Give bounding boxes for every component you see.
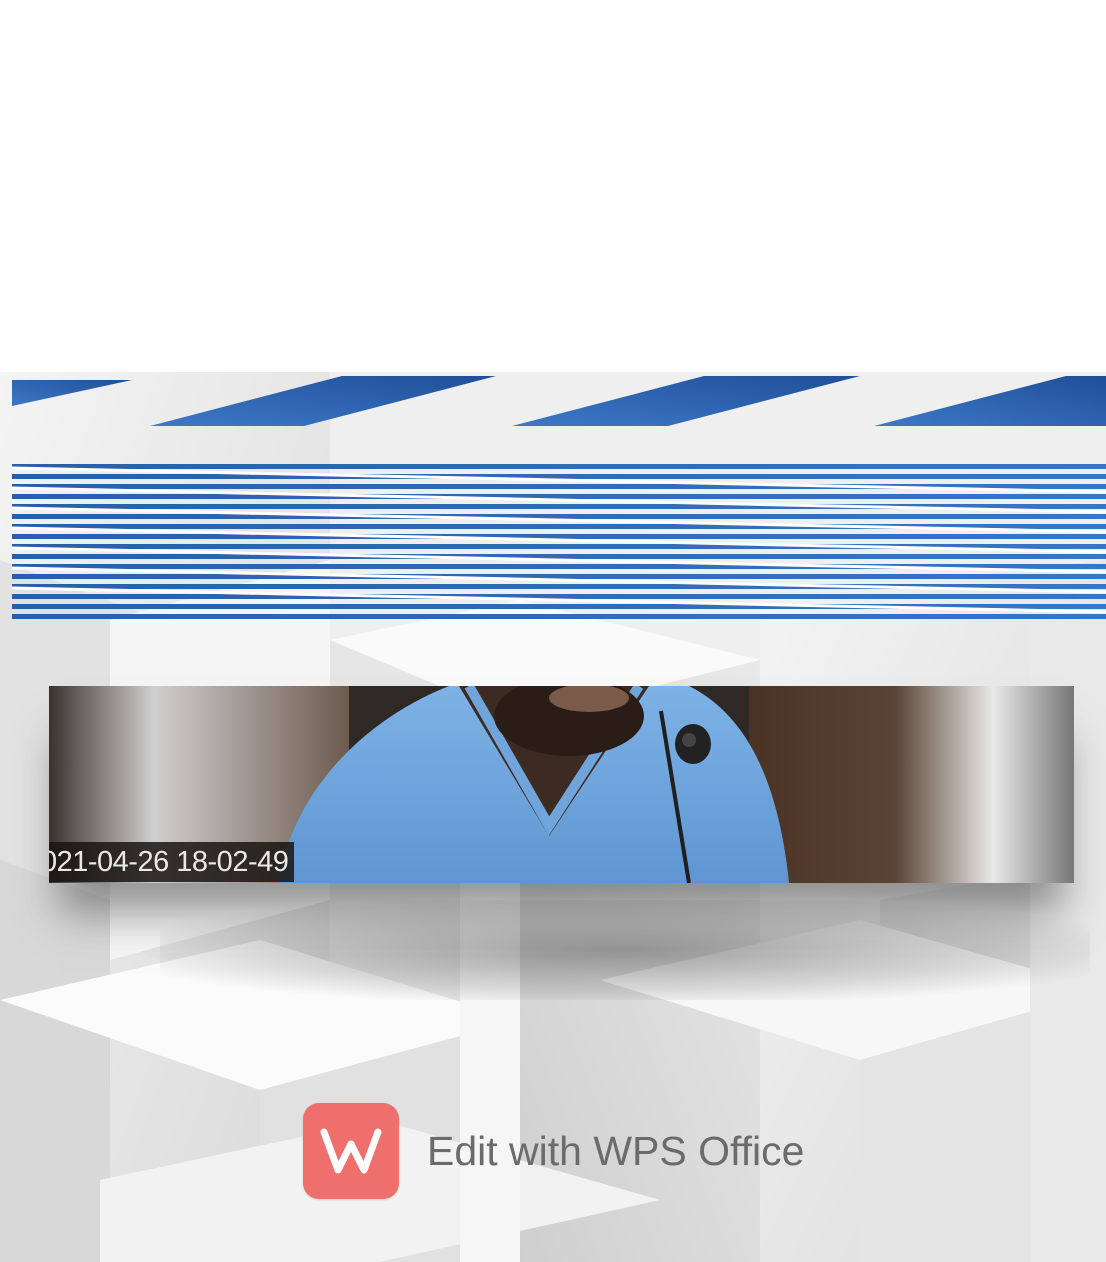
wps-office-logo-icon bbox=[303, 1103, 399, 1199]
wps-office-label: Edit with WPS Office bbox=[427, 1127, 805, 1174]
video-drop-shadow bbox=[160, 900, 1090, 1000]
top-blank-area bbox=[0, 0, 1106, 372]
wps-office-watermark[interactable]: Edit with WPS Office bbox=[303, 1103, 804, 1199]
video-timestamp: 021-04-26 18-02-49 bbox=[49, 842, 295, 882]
blue-striped-banner bbox=[12, 376, 1106, 619]
video-still-frame: 021-04-26 18-02-49 bbox=[49, 686, 1074, 883]
